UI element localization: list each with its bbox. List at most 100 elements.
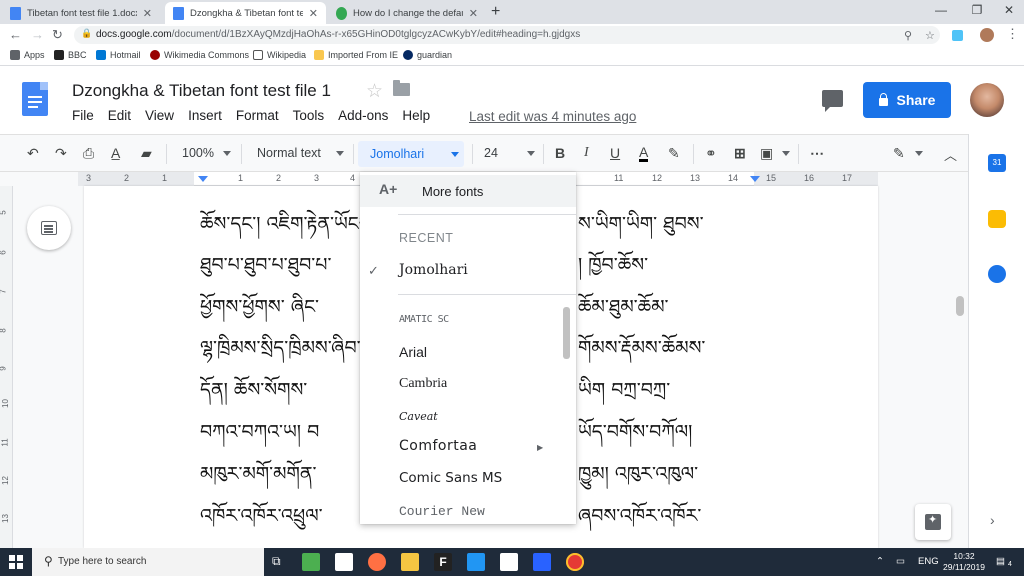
font-item-caveat[interactable]: Caveat bbox=[399, 410, 438, 423]
app-icon[interactable] bbox=[302, 553, 320, 571]
browser-tab-2[interactable]: Dzongkha & Tibetan font test file ✕ bbox=[165, 2, 326, 24]
font-item-courier-new[interactable]: Courier New bbox=[399, 504, 485, 519]
zoom-select[interactable]: 100% bbox=[182, 146, 214, 160]
explore-button[interactable] bbox=[915, 504, 951, 540]
move-folder-icon[interactable] bbox=[393, 80, 410, 96]
browser-tab-1[interactable]: Tibetan font test file 1.docx - Go ✕ bbox=[2, 2, 160, 24]
task-view-icon[interactable]: ⧉ bbox=[272, 554, 281, 569]
italic-button[interactable]: I bbox=[584, 145, 589, 161]
star-icon[interactable]: ☆ bbox=[366, 80, 383, 103]
spellcheck-icon[interactable]: A̲ bbox=[111, 145, 120, 161]
extension-icon[interactable] bbox=[952, 30, 963, 41]
document-scrollbar[interactable] bbox=[956, 296, 964, 316]
more-options-button[interactable]: ⋯ bbox=[810, 145, 824, 162]
new-tab-icon[interactable]: + bbox=[491, 3, 500, 21]
menu-tools[interactable]: Tools bbox=[293, 108, 325, 123]
font-menu-scrollbar[interactable] bbox=[563, 307, 570, 359]
maximize-icon[interactable]: ❐ bbox=[962, 3, 992, 17]
redo-icon[interactable]: ↷ bbox=[55, 145, 67, 162]
close-tab-icon[interactable]: ✕ bbox=[143, 7, 152, 20]
menu-insert[interactable]: Insert bbox=[188, 108, 222, 123]
app-f-icon[interactable]: F bbox=[434, 553, 452, 571]
checkmark-icon: ✓ bbox=[368, 263, 379, 278]
undo-icon[interactable]: ↶ bbox=[27, 145, 39, 162]
menu-format[interactable]: Format bbox=[236, 108, 279, 123]
profile-avatar[interactable] bbox=[980, 28, 994, 42]
underline-button[interactable]: U bbox=[610, 145, 620, 161]
bookmark-wikimedia[interactable]: Wikimedia Commons bbox=[150, 50, 249, 60]
close-tab-icon[interactable]: ✕ bbox=[309, 7, 318, 20]
chevron-up-icon[interactable]: ︿ bbox=[944, 145, 957, 164]
document-title[interactable]: Dzongkha & Tibetan font test file 1 bbox=[72, 81, 331, 101]
font-item-arial[interactable]: Arial bbox=[399, 344, 427, 360]
menu-file[interactable]: File bbox=[72, 108, 94, 123]
mail-icon[interactable] bbox=[335, 553, 353, 571]
taskbar-search-box[interactable]: ⚲ Type here to search bbox=[32, 548, 264, 576]
window-close-icon[interactable]: ✕ bbox=[994, 3, 1024, 17]
back-icon[interactable]: ← bbox=[9, 27, 22, 42]
comments-icon[interactable] bbox=[822, 90, 843, 112]
tasks-icon[interactable] bbox=[988, 265, 1006, 283]
menu-help[interactable]: Help bbox=[402, 108, 430, 123]
bookmark-star-icon[interactable]: ☆ bbox=[925, 29, 935, 42]
reload-icon[interactable]: ↻ bbox=[52, 27, 63, 43]
windows-start-icon[interactable] bbox=[9, 555, 23, 569]
style-select[interactable]: Normal text bbox=[257, 146, 321, 160]
font-select[interactable]: Jomolhari bbox=[358, 141, 464, 167]
menu-edit[interactable]: Edit bbox=[108, 108, 131, 123]
file-explorer-icon[interactable] bbox=[401, 553, 419, 571]
print-icon[interactable]: ⎙ bbox=[83, 145, 94, 162]
menu-view[interactable]: View bbox=[145, 108, 174, 123]
menu-addons[interactable]: Add-ons bbox=[338, 108, 388, 123]
user-avatar[interactable] bbox=[970, 83, 1004, 117]
chevron-right-icon[interactable]: › bbox=[990, 512, 995, 528]
bookmark-guardian[interactable]: guardian bbox=[403, 50, 452, 60]
font-item-comic-sans-ms[interactable]: Comic Sans MS bbox=[399, 470, 502, 486]
photos-icon[interactable] bbox=[500, 553, 518, 571]
firefox-icon[interactable] bbox=[368, 553, 386, 571]
right-indent-marker[interactable] bbox=[750, 176, 760, 182]
zoom-icon[interactable]: ⚲ bbox=[904, 29, 912, 42]
notifications-icon[interactable]: ▤ bbox=[996, 556, 1005, 567]
link-icon[interactable]: ⚭ bbox=[705, 145, 717, 162]
word-icon[interactable] bbox=[533, 553, 551, 571]
app-icon[interactable] bbox=[467, 553, 485, 571]
highlight-icon[interactable]: ✎ bbox=[668, 145, 680, 162]
text-color-button[interactable]: A bbox=[639, 145, 649, 162]
vertical-ruler: 5 6 7 8 9 10 11 12 13 bbox=[0, 186, 13, 548]
system-clock[interactable]: 10:32 29/11/2019 bbox=[942, 551, 986, 573]
document-outline-button[interactable] bbox=[27, 206, 71, 250]
bookmark-wikipedia[interactable]: Wikipedia bbox=[253, 50, 306, 60]
font-item-comfortaa[interactable]: Comfortaa bbox=[399, 438, 477, 454]
address-bar[interactable]: 🔒 docs.google.com/document/d/1BzXAyQMzdj… bbox=[74, 26, 940, 44]
bold-button[interactable]: B bbox=[555, 145, 565, 161]
bookmark-folder-ie[interactable]: Imported From IE bbox=[314, 50, 398, 60]
share-button[interactable]: Share bbox=[863, 82, 951, 118]
font-item-cambria[interactable]: Cambria bbox=[399, 376, 447, 392]
network-icon[interactable]: ▭ bbox=[896, 556, 905, 567]
font-item-amatic-sc[interactable]: AMATIC SC bbox=[399, 314, 449, 325]
bookmark-bbc[interactable]: BBC bbox=[54, 50, 87, 60]
editing-mode-icon[interactable]: ✎ bbox=[893, 145, 905, 162]
chrome-icon[interactable] bbox=[566, 553, 584, 571]
browser-menu-icon[interactable]: ⋮ bbox=[1006, 26, 1019, 42]
close-tab-icon[interactable]: ✕ bbox=[469, 7, 478, 20]
bookmark-apps[interactable]: Apps bbox=[10, 50, 45, 60]
tray-chevron-up-icon[interactable]: ⌃ bbox=[876, 556, 884, 567]
font-item-jomolhari[interactable]: Jomolhari bbox=[399, 262, 468, 278]
paint-format-icon[interactable]: ▰ bbox=[141, 145, 152, 162]
language-indicator[interactable]: ENG bbox=[918, 556, 939, 567]
left-indent-marker[interactable] bbox=[198, 176, 208, 182]
docs-logo-icon[interactable] bbox=[22, 82, 48, 116]
minimize-icon[interactable]: — bbox=[926, 3, 956, 17]
calendar-icon[interactable]: 31 bbox=[988, 154, 1006, 172]
bookmark-hotmail[interactable]: Hotmail bbox=[96, 50, 141, 60]
more-fonts-item[interactable]: A+ More fonts bbox=[360, 175, 576, 207]
font-size-select[interactable]: 24 bbox=[484, 146, 498, 160]
forward-icon[interactable]: → bbox=[31, 27, 44, 42]
keep-icon[interactable] bbox=[988, 210, 1006, 228]
add-comment-icon[interactable]: ⊞ bbox=[734, 145, 746, 162]
insert-image-icon[interactable]: ▣ bbox=[760, 145, 773, 162]
last-edit-link[interactable]: Last edit was 4 minutes ago bbox=[469, 109, 636, 124]
browser-tab-3[interactable]: How do I change the default font ✕ bbox=[328, 2, 486, 24]
